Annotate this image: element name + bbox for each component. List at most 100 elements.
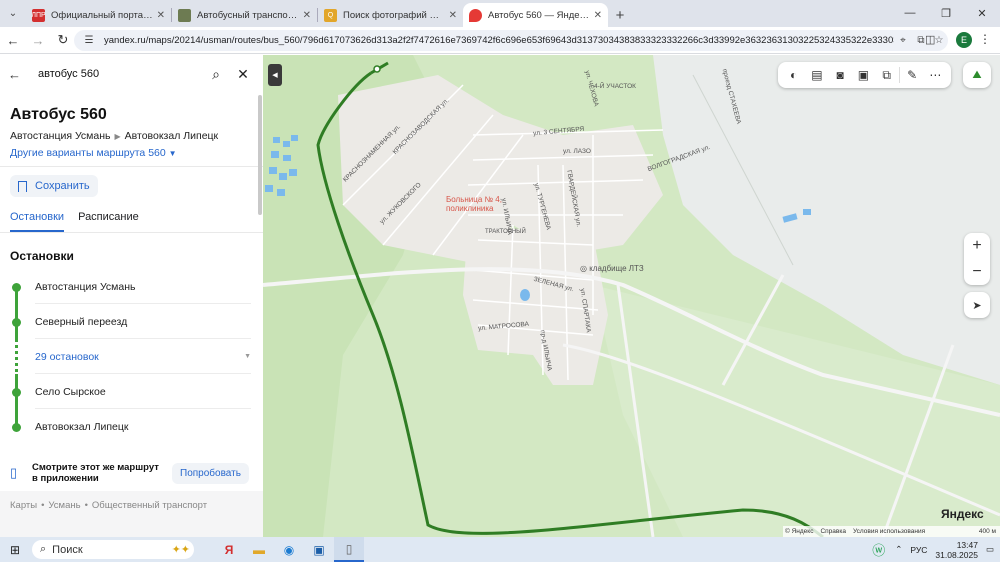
stop-name: Село Сырское [35,385,106,398]
panel-scrollbar[interactable] [258,95,262,215]
tab-favicon-icon: Q [324,8,337,22]
copyright[interactable]: © Яндекс [785,528,813,535]
tab-title: Официальный портал ОАО «Л [51,9,153,21]
area-label: 4-Й УЧАСТОК [594,83,636,90]
chevron-up-icon[interactable]: ⌃ [895,544,902,555]
panel-tabs: Остановки Расписание [10,211,263,232]
notifications-icon[interactable]: ▭ [986,544,994,555]
search-input[interactable]: автобус 560 [30,68,201,80]
close-tab-icon[interactable]: ✕ [449,10,457,21]
close-tab-icon[interactable]: ✕ [303,10,311,21]
pond [277,189,285,196]
divider [0,166,263,167]
stop-name: Автостанция Усмань [35,280,136,293]
clock[interactable]: 13:47 31.08.2025 [935,540,978,560]
cemetery-label: кладбище ЛТЗ [589,264,644,273]
file-explorer-icon[interactable]: ▬ [244,537,274,562]
stop-item[interactable]: Северный переезд [0,304,263,339]
pond [271,151,279,158]
taskbar-search[interactable]: ⌕ Поиск ✦✦ [32,540,194,559]
yandex-logo: Яндекс [941,507,984,521]
close-icon[interactable]: ✕ [231,66,255,83]
arrow-right-icon: ▶ [114,132,121,141]
map-canvas [263,55,1000,537]
route-variants-dropdown[interactable]: Другие варианты маршрута 560 ▼ [10,147,263,159]
tab-favicon-icon: ЛПР [31,8,46,22]
more-stops-label: 29 остановок [35,350,99,363]
yandex-browser-icon[interactable]: Я [214,537,244,562]
breadcrumb-item[interactable]: Карты [10,500,37,511]
transit-icon[interactable]: ▣ [852,68,874,82]
new-tab-button[interactable]: + [608,3,632,27]
cemetery-poi[interactable]: ◎ кладбище ЛТЗ [580,264,644,273]
save-button[interactable]: Сохранить [10,175,98,197]
pond [520,289,530,301]
system-tray: ⓦ ⌃ РУС 13:47 31.08.2025 ▭ [872,537,1000,562]
panorama-icon[interactable]: ▤ [806,68,828,82]
search-icon[interactable]: ⌕ [201,66,231,83]
address-bar[interactable]: ☰ yandex.ru/maps/20214/usman/routes/bus_… [74,30,948,51]
minimize-icon[interactable]: — [892,0,928,26]
stop-dot-icon [12,283,21,292]
url-text: yandex.ru/maps/20214/usman/routes/bus_56… [104,35,894,46]
route-endpoints: Автостанция Усмань ▶ Автовокзал Липецк [10,130,263,142]
bus-stop-marker[interactable] [373,65,381,73]
language-indicator[interactable]: РУС [910,545,927,555]
zoom-out-button[interactable]: − [964,259,990,285]
search-row: ← автобус 560 ⌕ ✕ [0,55,263,93]
tab-stops[interactable]: Остановки [10,211,65,232]
close-window-icon[interactable]: ✕ [964,0,1000,26]
reload-button[interactable]: ↻ [51,28,75,52]
stops-heading: Остановки [10,249,74,263]
tab-lpr[interactable]: ЛПР Официальный портал ОАО «Л ✕ [26,3,171,27]
camera-icon[interactable]: ◙ [829,68,851,82]
profile-avatar[interactable]: E [956,32,972,48]
store-icon[interactable]: ▣ [304,537,334,562]
tray-app-icon[interactable]: ⓦ [872,540,885,559]
stop-item[interactable]: Автовокзал Липецк [0,409,263,444]
tab-bus-transport[interactable]: Автобусный транспорт город ✕ [172,3,317,27]
stops-list: Автостанция Усмань Северный переезд 29 о… [0,269,263,444]
stop-item[interactable]: Автостанция Усмань [0,269,263,304]
divider [0,232,263,233]
edge-icon[interactable]: ◉ [274,537,304,562]
pond [273,137,280,143]
district-label: ТРАКТОРНЫЙ [485,229,526,235]
locate-me-button[interactable]: ➤ [964,292,990,318]
site-info-icon[interactable]: ☰ [80,35,98,46]
terms-link[interactable]: Условия использования [853,528,925,535]
breadcrumb-item[interactable]: Общественный транспорт [92,500,207,511]
close-tab-icon[interactable]: ✕ [157,10,165,21]
map-layers-icon[interactable]: ⧉ [876,68,898,83]
tab-photo-search[interactable]: Q Поиск фотографий — Автобу ✕ [318,3,463,27]
try-app-button[interactable]: Попробовать [172,462,249,484]
browser-menu-icon[interactable]: ⋮ [979,32,991,46]
back-arrow-icon[interactable]: ← [8,67,30,82]
tab-yandex-maps[interactable]: Автобус 560 — Яндекс Карты ✕ [463,3,608,27]
layers-icon[interactable]: ◐ [783,68,805,82]
close-tab-icon[interactable]: ✕ [594,10,602,21]
user-avatar[interactable]: ⛰ [963,62,991,88]
chevron-down-icon: ▼ [244,353,251,360]
stop-item[interactable]: Село Сырское [0,374,263,409]
windows-start-icon[interactable]: ⊞ [0,537,30,562]
breadcrumb-item[interactable]: Усмань [48,500,80,511]
zoom-in-button[interactable]: + [964,233,990,259]
tab-schedule[interactable]: Расписание [78,211,139,232]
extensions-icon[interactable]: ◫ [925,33,935,46]
back-button[interactable]: ← [1,28,25,52]
ruler-icon[interactable]: ✎ [901,68,923,82]
tab-title: Поиск фотографий — Автобу [343,9,445,21]
more-icon[interactable]: ⋯ [924,68,946,82]
restore-icon[interactable]: ❐ [928,0,964,26]
tab-search-menu[interactable]: ⌄ [0,0,26,27]
location-icon[interactable]: ⌖ [894,35,912,46]
help-link[interactable]: Справка [820,528,846,535]
route-line-dashed [15,339,18,374]
map-view[interactable]: 4-Й УЧАСТОК ул. 3 СЕНТЯБРЯ ул. ЛАЗО ВОЛГ… [263,55,1000,537]
hospital-poi[interactable]: Больница № 4, поликлиника [446,195,506,213]
forward-button[interactable]: → [26,28,50,52]
collapse-panel-button[interactable]: ◀ [268,64,282,86]
expand-stops-button[interactable]: 29 остановок ▼ [0,339,263,374]
document-app-icon[interactable]: ▯ [334,537,364,562]
